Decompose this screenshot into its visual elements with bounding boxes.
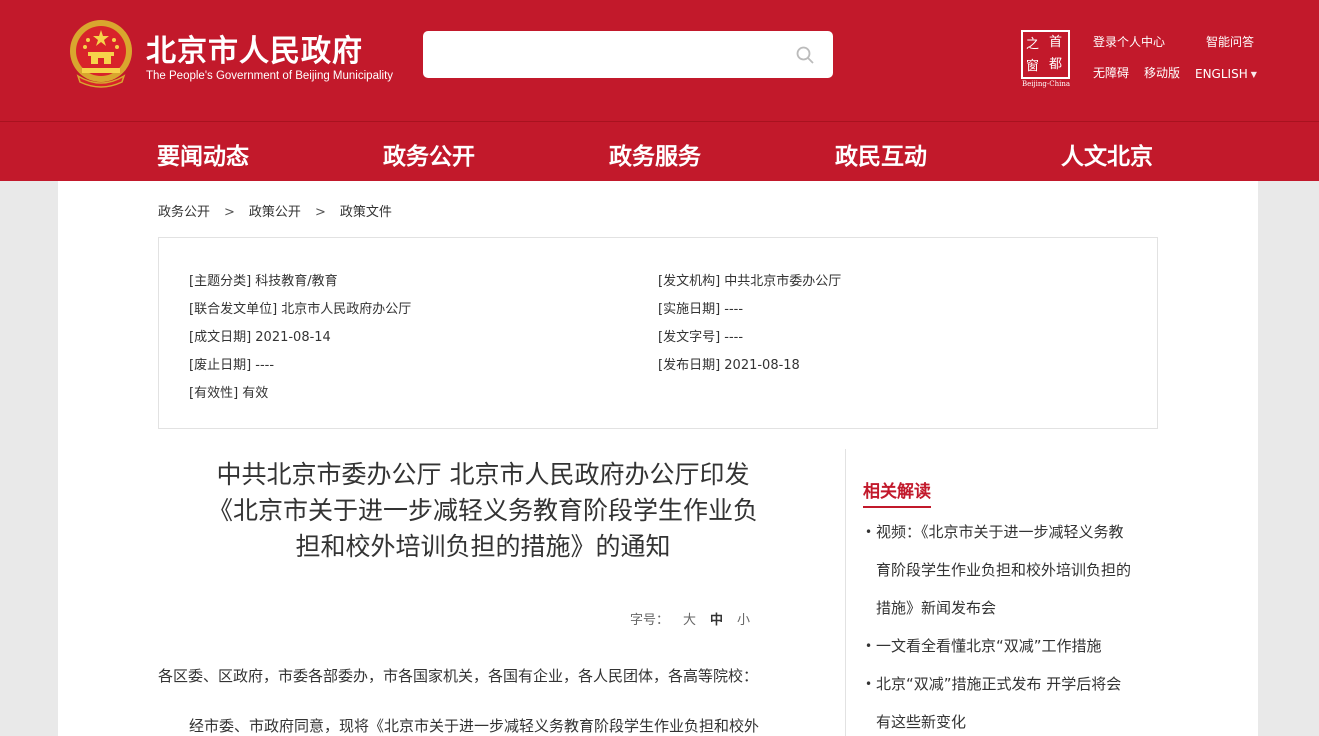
breadcrumb-item[interactable]: 政策公开	[249, 205, 301, 220]
article-body-paragraph: 经市委、市政府同意，现将《北京市关于进一步减轻义务教育阶段学生作业负担和校外	[189, 717, 760, 735]
meta-issuer: [发文机构] 中共北京市委办公厅	[658, 274, 842, 289]
logo-char-4: 都	[1049, 57, 1063, 72]
related-reading-title: 相关解读	[863, 477, 931, 508]
related-item-line: 育阶段学生作业负担和校外培训负担的	[876, 561, 1132, 579]
nav-item-gov-services[interactable]: 政务服务	[609, 137, 701, 171]
article-title-line: 担和校外培训负担的措施》的通知	[295, 532, 671, 561]
font-size-small-button[interactable]: 小	[737, 613, 750, 628]
article-salutation: 各区委、区政府，市委各部委办，市各国家机关，各国有企业，各人民团体，各高等院校：	[158, 667, 759, 685]
search-icon[interactable]	[795, 45, 815, 65]
related-item-line: 有这些新变化	[876, 713, 967, 731]
english-label: ENGLISH	[1195, 67, 1248, 81]
related-item-line: 一文看全看懂北京“双减”工作措施	[876, 637, 1102, 655]
caret-down-icon: ▼	[1250, 70, 1257, 79]
font-size-label: 字号：	[630, 613, 670, 628]
meta-validity: [有效性] 有效	[189, 386, 269, 401]
related-reading-list: 视频：《北京市关于进一步减轻义务教 育阶段学生作业负担和校外培训负担的 措施》新…	[863, 513, 1163, 736]
nav-item-culture[interactable]: 人文北京	[1061, 137, 1153, 171]
main-nav: 要闻动态 政务公开 政务服务 政民互动 人文北京	[0, 121, 1319, 181]
font-size-large-button[interactable]: 大	[683, 613, 696, 628]
nav-item-news[interactable]: 要闻动态	[157, 137, 249, 171]
site-subtitle: The People's Government of Beijing Munic…	[146, 70, 394, 82]
related-item-line: 北京“双减”措施正式发布 开学后将会	[876, 675, 1122, 693]
mobile-link[interactable]: 移动版	[1144, 64, 1180, 81]
article-title: 中共北京市委办公厅 北京市人民政府办公厅印发 《北京市关于进一步减轻义务教育阶段…	[158, 457, 808, 565]
smart-qa-link[interactable]: 智能问答	[1206, 33, 1254, 50]
related-item[interactable]: 北京“双减”措施正式发布 开学后将会 有这些新变化	[863, 665, 1163, 736]
login-link[interactable]: 登录个人中心	[1093, 33, 1165, 50]
breadcrumb-item[interactable]: 政务公开	[158, 205, 210, 220]
logo-caption: Beijing-China	[1021, 80, 1071, 88]
related-item-line: 措施》新闻发布会	[876, 599, 997, 617]
article-title-line: 中共北京市委办公厅 北京市人民政府办公厅印发	[216, 460, 750, 489]
nav-item-gov-affairs[interactable]: 政务公开	[383, 137, 475, 171]
main-content: 政务公开 > 政策公开 > 政策文件 [主题分类] 科技教育/教育 [发文机构] 中共北…	[58, 181, 1258, 736]
breadcrumb: 政务公开 > 政策公开 > 政策文件	[158, 201, 392, 220]
site-title[interactable]: 北京市人民政府	[146, 26, 363, 70]
accessible-link[interactable]: 无障碍	[1093, 64, 1129, 81]
logo-char-1: 之	[1026, 37, 1040, 52]
meta-expired-date: [废止日期] ----	[189, 358, 275, 373]
meta-joint-issuer: [联合发文单位] 北京市人民政府办公厅	[189, 302, 412, 317]
font-size-medium-button[interactable]: 中	[710, 613, 723, 628]
article-title-line: 《北京市关于进一步减轻义务教育阶段学生作业负	[207, 496, 758, 525]
search-input[interactable]	[423, 31, 833, 78]
logo-char-3: 窗	[1026, 59, 1040, 74]
column-divider	[845, 449, 846, 736]
breadcrumb-separator: >	[314, 205, 326, 220]
logo-char-2: 首	[1049, 35, 1063, 50]
font-size-control: 字号： 大中小	[630, 609, 750, 628]
meta-published-date: [发布日期] 2021-08-18	[658, 358, 800, 373]
nav-item-interaction[interactable]: 政民互动	[835, 137, 927, 171]
beijing-window-logo[interactable]: 之 首 窗 都 Beijing-China	[1017, 30, 1075, 90]
national-emblem-icon[interactable]	[68, 18, 134, 88]
related-item-line: 视频：《北京市关于进一步减轻义务教	[876, 523, 1124, 541]
related-item[interactable]: 一文看全看懂北京“双减”工作措施	[863, 627, 1163, 665]
meta-effective-date: [实施日期] ----	[658, 302, 744, 317]
english-link[interactable]: ENGLISH ▼	[1195, 67, 1257, 81]
site-header: 北京市人民政府 The People's Government of Beiji…	[0, 0, 1319, 121]
meta-topic: [主题分类] 科技教育/教育	[189, 274, 338, 289]
related-item[interactable]: 视频：《北京市关于进一步减轻义务教 育阶段学生作业负担和校外培训负担的 措施》新…	[863, 513, 1163, 627]
breadcrumb-item[interactable]: 政策文件	[340, 205, 392, 220]
breadcrumb-separator: >	[224, 205, 235, 220]
meta-created-date: [成文日期] 2021-08-14	[189, 330, 331, 345]
meta-doc-number: [发文字号] ----	[658, 330, 744, 345]
document-meta-box: [主题分类] 科技教育/教育 [发文机构] 中共北京市委办公厅 [联合发文单位]…	[158, 237, 1158, 429]
